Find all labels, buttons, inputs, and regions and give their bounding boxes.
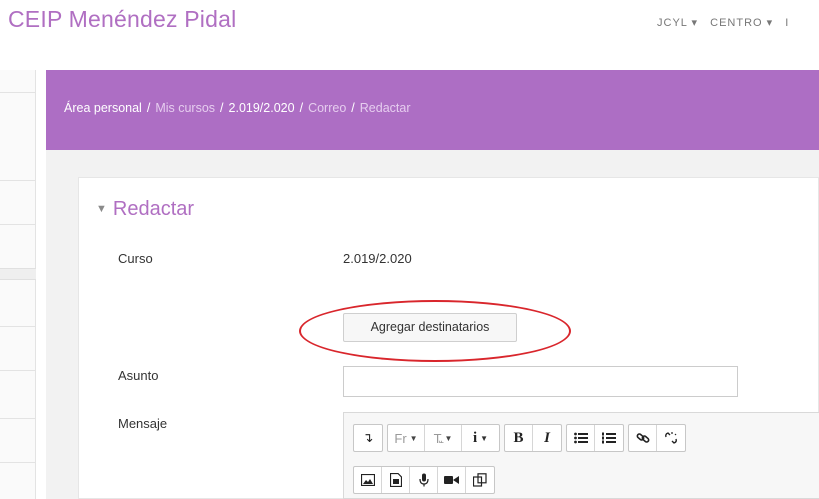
sidebar-divider [0, 224, 36, 225]
message-label: Mensaje [118, 416, 168, 431]
bullet-list-icon [573, 432, 588, 444]
collapse-arrow-icon: ↴ [362, 430, 374, 445]
toolbar-group-lists [566, 424, 624, 452]
sidebar-divider [0, 326, 36, 327]
numbered-list-icon [602, 432, 616, 444]
record-audio-button[interactable] [410, 467, 438, 493]
video-icon [444, 476, 459, 484]
sidebar-divider [0, 370, 36, 371]
toolbar-group-media [353, 466, 495, 494]
topnav-more-menu[interactable]: I [785, 17, 789, 29]
unlink-button[interactable] [657, 425, 685, 451]
add-recipients-button[interactable]: Agregar destinatarios [343, 313, 517, 342]
insert-image-button[interactable] [354, 467, 382, 493]
toolbar-group-style: Fr ▼ T꜡ ▼ i ▼ [387, 424, 500, 452]
section-header-redactar[interactable]: ▼ Redactar [96, 198, 194, 221]
toolbar-group-format: B I [504, 424, 562, 452]
subject-input[interactable] [343, 366, 738, 397]
italic-icon: I [544, 429, 550, 446]
paragraph-style-button[interactable]: i ▼ [462, 425, 499, 451]
toolbar-group-links [628, 424, 686, 452]
breadcrumb-redactar: Redactar [359, 101, 411, 115]
copy-icon [473, 473, 487, 487]
editor-toolbar-row-1: ↴ Fr ▼ T꜡ ▼ i ▼ B I [353, 424, 686, 452]
breadcrumb-separator: / [220, 101, 224, 115]
breadcrumb-mis-cursos[interactable]: Mis cursos [155, 101, 215, 115]
course-value: 2.019/2.020 [343, 251, 412, 266]
unlink-icon [665, 432, 677, 444]
sidebar-divider [0, 92, 36, 93]
subject-label: Asunto [118, 368, 159, 383]
numbered-list-button[interactable] [595, 425, 623, 451]
insert-media-button[interactable] [382, 467, 410, 493]
topnav-centro-menu[interactable]: CENTRO ▾ [710, 17, 773, 29]
top-navigation: JCYL ▾ CENTRO ▾ I [657, 16, 797, 29]
breadcrumb-course[interactable]: 2.019/2.020 [229, 101, 295, 115]
collapse-triangle-icon[interactable]: ▼ [96, 203, 107, 215]
font-family-label: Fr [394, 430, 407, 446]
chevron-down-icon: ▼ [480, 433, 489, 443]
toolbar-collapse-button[interactable]: ↴ [354, 425, 382, 451]
image-icon [360, 474, 375, 486]
media-icon [389, 473, 402, 487]
sidebar-divider [0, 462, 36, 463]
site-title[interactable]: CEIP Menéndez Pidal [8, 6, 236, 33]
chevron-down-icon: ▼ [444, 433, 453, 443]
font-family-button[interactable]: Fr ▼ [388, 425, 425, 451]
bold-button[interactable]: B [505, 425, 533, 451]
link-icon [636, 433, 649, 443]
sidebar-section-gap [0, 268, 36, 280]
chevron-down-icon: ▼ [409, 433, 418, 443]
section-title: Redactar [112, 198, 195, 220]
paragraph-style-label: i [472, 429, 478, 446]
sidebar-divider [0, 418, 36, 419]
record-video-button[interactable] [438, 467, 466, 493]
breadcrumb-separator: / [146, 101, 151, 115]
sidebar-divider [0, 180, 36, 181]
breadcrumb-area-personal[interactable]: Área personal [64, 101, 142, 115]
left-sidebar [0, 70, 36, 499]
breadcrumb-separator: / [351, 101, 355, 115]
bold-icon: B [513, 429, 524, 446]
toolbar-group-collapse: ↴ [353, 424, 383, 452]
font-size-label: T꜡ [433, 430, 442, 446]
bullet-list-button[interactable] [567, 425, 595, 451]
breadcrumb-correo[interactable]: Correo [308, 101, 346, 115]
manage-files-button[interactable] [466, 467, 494, 493]
microphone-icon [418, 473, 429, 487]
course-label: Curso [118, 251, 153, 266]
topnav-jcyl-menu[interactable]: JCYL ▾ [657, 17, 698, 29]
breadcrumb-separator: / [299, 101, 304, 115]
link-button[interactable] [629, 425, 657, 451]
breadcrumb: Área personal / Mis cursos / 2.019/2.020 / Cor… [64, 101, 411, 115]
page-header-banner: Área personal / Mis cursos / 2.019/2.020 / Cor… [46, 70, 819, 150]
font-size-button[interactable]: T꜡ ▼ [425, 425, 462, 451]
editor-toolbar-row-2 [353, 466, 495, 494]
italic-button[interactable]: I [533, 425, 561, 451]
